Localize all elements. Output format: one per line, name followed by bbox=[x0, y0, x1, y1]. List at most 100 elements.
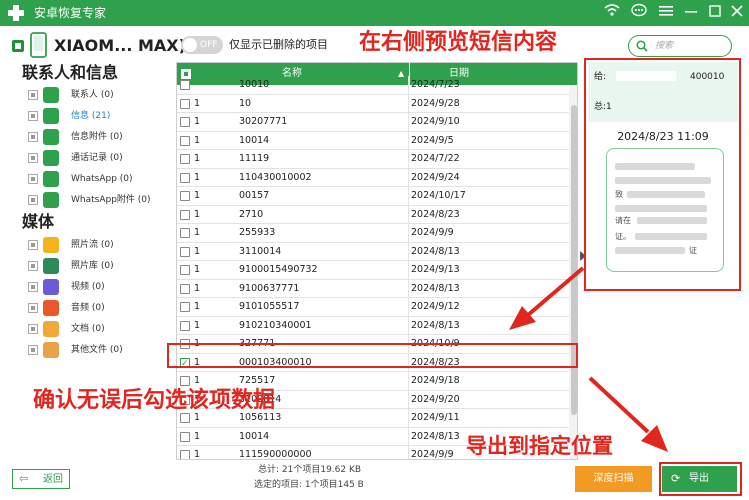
row-date: 2024/9/9 bbox=[411, 449, 454, 460]
sidebar-item[interactable]: 照片库 (0) bbox=[28, 257, 168, 275]
annotation-preview: 在右侧预览短信内容 bbox=[359, 30, 558, 55]
row-checkbox[interactable] bbox=[180, 172, 190, 183]
row-date: 2024/9/13 bbox=[411, 264, 460, 275]
row-checkbox[interactable] bbox=[180, 265, 190, 275]
sidebar-item[interactable]: 其他文件 (0) bbox=[28, 341, 168, 359]
row-checkbox[interactable] bbox=[180, 431, 190, 442]
maximize-icon[interactable] bbox=[705, 3, 725, 23]
feedback-icon[interactable] bbox=[629, 3, 649, 23]
preview-highlight-box bbox=[584, 58, 741, 291]
table-row[interactable]: 1 2710 2024/8/23 bbox=[177, 205, 569, 224]
table-row[interactable]: 1 00157 2024/10/17 bbox=[177, 187, 569, 206]
row-name: 10 bbox=[239, 97, 252, 109]
sidebar-item[interactable]: 联系人 (0) bbox=[28, 86, 168, 104]
row-checkbox[interactable] bbox=[180, 320, 190, 331]
sidebar-item[interactable]: 信息附件 (0) bbox=[28, 128, 168, 146]
row-checkbox[interactable] bbox=[180, 154, 190, 164]
sidebar-item-checkbox[interactable] bbox=[28, 240, 38, 250]
row-date: 2024/9/10 bbox=[411, 116, 460, 127]
row-date: 2024/9/12 bbox=[411, 301, 460, 312]
row-checkbox[interactable] bbox=[180, 450, 190, 459]
sidebar-item[interactable]: 信息 (21) bbox=[28, 107, 168, 125]
table-row[interactable]: 1 255933 2024/9/9 bbox=[177, 224, 569, 243]
table-row[interactable]: 1 30207771 2024/9/10 bbox=[177, 113, 569, 132]
table-row[interactable]: 10010 2024/7/23 bbox=[177, 76, 569, 95]
row-name: 910210340001 bbox=[239, 319, 312, 331]
table-row[interactable]: 1 9100637771 2024/8/13 bbox=[177, 279, 569, 298]
table-row[interactable]: 1 10 2024/9/28 bbox=[177, 94, 569, 113]
sidebar-item[interactable]: 照片流 (0) bbox=[28, 236, 168, 254]
row-date: 2024/8/13 bbox=[411, 245, 460, 257]
sidebar-item[interactable]: 通话记录 (0) bbox=[28, 149, 168, 167]
wifi-icon[interactable] bbox=[602, 3, 622, 23]
table-row[interactable]: 1 9101055517 2024/9/12 bbox=[177, 298, 569, 317]
sidebar-item-checkbox[interactable] bbox=[28, 282, 38, 292]
table-row[interactable]: 1 11119 2024/7/22 bbox=[177, 150, 569, 169]
row-separator bbox=[408, 242, 409, 261]
row-separator bbox=[408, 94, 409, 113]
row-checkbox[interactable] bbox=[180, 117, 190, 127]
table-row[interactable]: 1 110430010002 2024/9/24 bbox=[177, 168, 569, 187]
show-deleted-toggle[interactable]: OFF bbox=[181, 36, 223, 54]
sidebar-item-label: 文档 (0) bbox=[71, 324, 105, 334]
row-separator bbox=[408, 131, 409, 150]
row-checkbox[interactable] bbox=[180, 302, 190, 312]
export-button[interactable]: ⟳ 导出 bbox=[662, 466, 737, 492]
close-icon[interactable] bbox=[727, 3, 747, 23]
table-row[interactable]: 1 10014 2024/9/5 bbox=[177, 131, 569, 150]
sidebar-item-label: 通话记录 (0) bbox=[71, 153, 123, 163]
row-checkbox[interactable] bbox=[180, 98, 190, 109]
row-name: 9101055517 bbox=[239, 301, 300, 312]
row-checkbox[interactable] bbox=[180, 246, 190, 257]
table-row[interactable]: 1 3110014 2024/8/13 bbox=[177, 242, 569, 261]
menu-icon[interactable] bbox=[656, 3, 676, 23]
scrollbar-thumb[interactable] bbox=[571, 105, 577, 415]
sidebar-item-checkbox[interactable] bbox=[28, 132, 38, 142]
row-checkbox[interactable] bbox=[180, 376, 190, 386]
sidebar-item[interactable]: WhatsApp (0) bbox=[28, 170, 168, 188]
row-checkbox[interactable] bbox=[180, 135, 190, 146]
row-separator bbox=[408, 168, 409, 187]
minimize-icon[interactable] bbox=[681, 3, 701, 23]
row-checkbox[interactable] bbox=[180, 228, 190, 238]
sidebar-item-label: 信息 (21) bbox=[71, 111, 111, 121]
table-row[interactable]: 1 9100015490732 2024/9/13 bbox=[177, 261, 569, 280]
deep-scan-button[interactable]: 深度扫描 bbox=[575, 466, 652, 492]
row-checkbox[interactable] bbox=[180, 283, 190, 294]
row-separator bbox=[408, 446, 409, 459]
sidebar-item[interactable]: 视频 (0) bbox=[28, 278, 168, 296]
row-separator bbox=[408, 187, 409, 205]
sidebar-item-checkbox[interactable] bbox=[28, 303, 38, 313]
phone-icon bbox=[30, 32, 47, 58]
sidebar-item-checkbox[interactable] bbox=[28, 195, 38, 205]
row-checkbox[interactable] bbox=[180, 80, 190, 90]
row-prefix: 1 bbox=[194, 134, 201, 146]
row-prefix: 1 bbox=[194, 153, 201, 164]
row-name: 00157 bbox=[239, 190, 270, 201]
sidebar-item-checkbox[interactable] bbox=[28, 261, 38, 271]
table-row[interactable]: 1 910210340001 2024/8/13 bbox=[177, 316, 569, 335]
device-checkbox[interactable] bbox=[12, 40, 24, 52]
export-label: 导出 bbox=[689, 473, 709, 484]
sidebar-item[interactable]: 文档 (0) bbox=[28, 320, 168, 338]
sidebar-item-checkbox[interactable] bbox=[28, 153, 38, 163]
table-scrollbar[interactable] bbox=[569, 85, 577, 459]
sidebar-item-checkbox[interactable] bbox=[28, 111, 38, 121]
search-box[interactable]: 搜索 bbox=[628, 35, 732, 57]
sidebar-item[interactable]: 音频 (0) bbox=[28, 299, 168, 317]
row-separator bbox=[408, 372, 409, 390]
row-prefix: 1 bbox=[194, 264, 201, 275]
row-checkbox[interactable] bbox=[180, 209, 190, 220]
sidebar-item[interactable]: WhatsApp附件 (0) bbox=[28, 191, 168, 209]
arrow-to-export-head bbox=[641, 425, 668, 452]
toggle-state: OFF bbox=[200, 40, 218, 50]
sidebar-item-checkbox[interactable] bbox=[28, 324, 38, 334]
sidebar-item-checkbox[interactable] bbox=[28, 90, 38, 100]
call-log-icon bbox=[43, 150, 59, 166]
back-button[interactable]: ⇦ 返回 bbox=[12, 469, 70, 489]
row-separator bbox=[408, 113, 409, 131]
sidebar-item-checkbox[interactable] bbox=[28, 345, 38, 355]
row-prefix: 1 bbox=[194, 245, 201, 257]
row-checkbox[interactable] bbox=[180, 191, 190, 201]
sidebar-item-checkbox[interactable] bbox=[28, 174, 38, 184]
